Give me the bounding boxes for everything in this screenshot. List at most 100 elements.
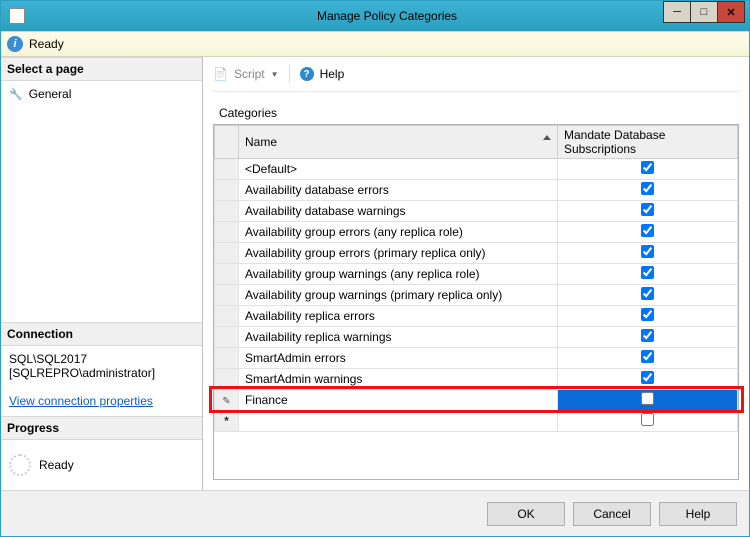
row-header — [215, 390, 239, 411]
help-button[interactable]: Help — [320, 67, 345, 81]
wrench-icon — [9, 87, 29, 101]
table-row[interactable]: SmartAdmin errors — [215, 348, 738, 369]
table-row[interactable]: <Default> — [215, 159, 738, 180]
name-cell[interactable]: Availability group errors (any replica r… — [239, 222, 558, 243]
table-row[interactable]: Availability replica warnings — [215, 327, 738, 348]
row-header — [215, 201, 239, 222]
mandate-checkbox[interactable] — [641, 329, 654, 342]
name-cell[interactable]: Availability replica warnings — [239, 327, 558, 348]
dialog-window: Manage Policy Categories ─ □ ✕ i Ready S… — [0, 0, 750, 537]
mandate-cell[interactable] — [558, 369, 738, 390]
cancel-button[interactable]: Cancel — [573, 502, 651, 526]
mandate-checkbox[interactable] — [641, 245, 654, 258]
dialog-footer: OK Cancel Help — [1, 490, 749, 536]
row-header — [215, 348, 239, 369]
mandate-cell[interactable] — [558, 201, 738, 222]
row-header-col — [215, 126, 239, 159]
name-cell[interactable]: Availability group warnings (any replica… — [239, 264, 558, 285]
mandate-cell[interactable] — [558, 348, 738, 369]
separator — [289, 65, 290, 83]
name-cell[interactable]: Availability group errors (primary repli… — [239, 243, 558, 264]
name-cell[interactable]: Availability replica errors — [239, 306, 558, 327]
pencil-icon — [222, 393, 230, 407]
connection-server: SQL\SQL2017 — [9, 352, 194, 366]
ok-button[interactable]: OK — [487, 502, 565, 526]
name-cell[interactable]: <Default> — [239, 159, 558, 180]
col-mandate[interactable]: Mandate Database Subscriptions — [558, 126, 738, 159]
table-row[interactable]: SmartAdmin warnings — [215, 369, 738, 390]
table-row[interactable]: Finance — [215, 390, 738, 411]
script-button[interactable]: Script — [234, 67, 265, 81]
categories-grid[interactable]: Name Mandate Database Subscriptions <Def… — [213, 124, 739, 480]
mandate-cell[interactable] — [558, 306, 738, 327]
name-cell[interactable]: Availability database errors — [239, 180, 558, 201]
mandate-cell[interactable] — [558, 222, 738, 243]
connection-header: Connection — [1, 322, 202, 346]
page-general[interactable]: General — [9, 87, 194, 101]
table-row[interactable]: Availability group warnings (primary rep… — [215, 285, 738, 306]
row-header — [215, 327, 239, 348]
name-cell[interactable]: Availability database warnings — [239, 201, 558, 222]
progress-text: Ready — [39, 458, 74, 472]
mandate-cell[interactable] — [558, 159, 738, 180]
mandate-checkbox[interactable] — [641, 308, 654, 321]
mandate-checkbox[interactable] — [641, 161, 654, 174]
progress-header: Progress — [1, 416, 202, 440]
mandate-cell[interactable] — [558, 264, 738, 285]
mandate-checkbox[interactable] — [641, 203, 654, 216]
row-header — [215, 243, 239, 264]
mandate-cell[interactable] — [558, 327, 738, 348]
row-header — [215, 306, 239, 327]
name-cell[interactable] — [239, 411, 558, 432]
row-header — [215, 222, 239, 243]
mandate-checkbox[interactable] — [641, 350, 654, 363]
mandate-cell[interactable] — [558, 243, 738, 264]
minimize-button[interactable]: ─ — [663, 1, 691, 23]
sort-asc-icon — [543, 135, 551, 140]
table-row[interactable]: Availability group errors (primary repli… — [215, 243, 738, 264]
table-row[interactable]: Availability replica errors — [215, 306, 738, 327]
toolbar: Script ▼ ? Help — [213, 63, 739, 92]
script-dropdown[interactable]: ▼ — [271, 70, 279, 79]
mandate-checkbox[interactable] — [641, 371, 654, 384]
col-name[interactable]: Name — [239, 126, 558, 159]
progress-spinner-icon — [9, 454, 31, 476]
status-text: Ready — [29, 37, 64, 51]
mandate-checkbox[interactable] — [641, 266, 654, 279]
mandate-checkbox[interactable] — [641, 287, 654, 300]
mandate-cell[interactable] — [558, 285, 738, 306]
status-bar: i Ready — [1, 31, 749, 57]
mandate-cell[interactable] — [558, 390, 738, 411]
title-bar[interactable]: Manage Policy Categories ─ □ ✕ — [1, 1, 749, 31]
table-row[interactable] — [215, 411, 738, 432]
name-cell[interactable]: Availability group warnings (primary rep… — [239, 285, 558, 306]
table-row[interactable]: Availability group warnings (any replica… — [215, 264, 738, 285]
row-header — [215, 411, 239, 432]
maximize-button[interactable]: □ — [690, 1, 718, 23]
window-title: Manage Policy Categories — [25, 9, 749, 23]
newrow-icon — [224, 414, 229, 428]
name-cell[interactable]: Finance — [239, 390, 558, 411]
table-row[interactable]: Availability database errors — [215, 180, 738, 201]
help-icon: ? — [300, 67, 314, 81]
help-button[interactable]: Help — [659, 502, 737, 526]
connection-user: [SQLREPRO\administrator] — [9, 366, 194, 380]
name-cell[interactable]: SmartAdmin errors — [239, 348, 558, 369]
select-page-header: Select a page — [1, 57, 202, 81]
mandate-cell[interactable] — [558, 411, 738, 432]
mandate-checkbox[interactable] — [641, 392, 654, 405]
mandate-checkbox[interactable] — [641, 182, 654, 195]
close-button[interactable]: ✕ — [717, 1, 745, 23]
row-header — [215, 180, 239, 201]
mandate-checkbox[interactable] — [641, 224, 654, 237]
view-connection-link[interactable]: View connection properties — [1, 394, 202, 416]
info-icon: i — [7, 36, 23, 52]
row-header — [215, 159, 239, 180]
table-row[interactable]: Availability group errors (any replica r… — [215, 222, 738, 243]
table-row[interactable]: Availability database warnings — [215, 201, 738, 222]
left-panel: Select a page General Connection SQL\SQL… — [1, 57, 203, 490]
mandate-cell[interactable] — [558, 180, 738, 201]
row-header — [215, 285, 239, 306]
name-cell[interactable]: SmartAdmin warnings — [239, 369, 558, 390]
mandate-checkbox[interactable] — [641, 413, 654, 426]
